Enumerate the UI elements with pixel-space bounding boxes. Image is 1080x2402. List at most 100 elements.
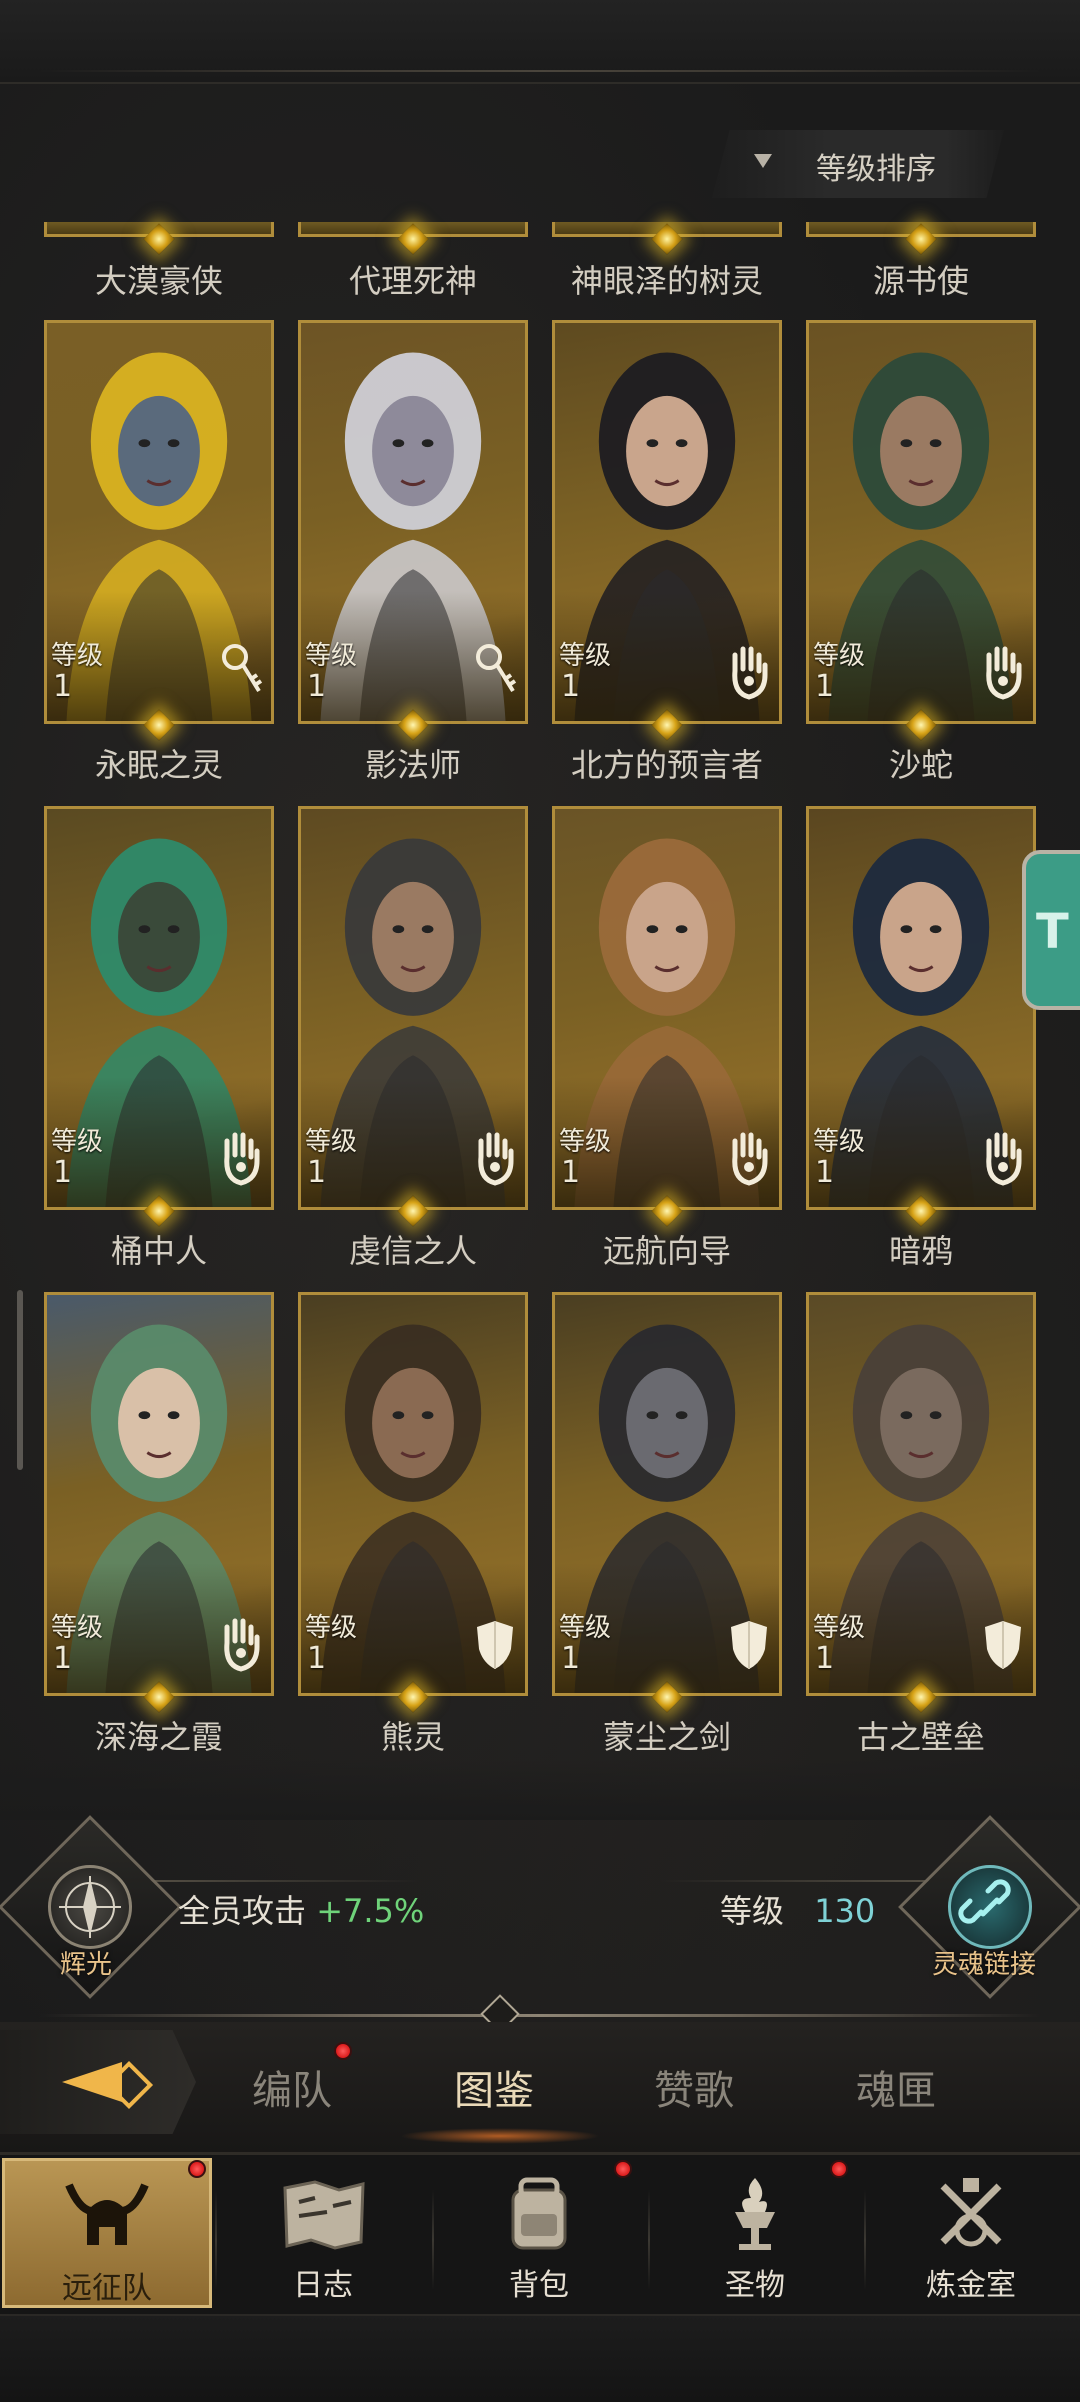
character-name: 桶中人 (110, 1232, 207, 1270)
horned-helmet-icon (59, 2175, 155, 2263)
character-name: 虔信之人 (348, 1232, 477, 1270)
backpack-icon (491, 2172, 587, 2260)
nav-relics-label: 圣物 (725, 2268, 785, 2303)
character-card[interactable]: 等级 1 (298, 1292, 528, 1696)
card-level-value: 1 (53, 1155, 73, 1190)
shield-icon (727, 1613, 771, 1673)
character-name: 北方的预言者 (570, 746, 763, 784)
nav-backpack[interactable]: 背包 (434, 2158, 644, 2308)
nav-separator (215, 2190, 217, 2290)
card-level-label: 等级 (305, 641, 358, 671)
character-grid: 大漠豪侠 代理死神 神眼泽的树灵 源书使 等级 1 永眠之灵 等级 1 影法师 等级 1 北方的预言者等… (0, 0, 1080, 1800)
character-name: 暗鸦 (888, 1232, 953, 1270)
level-value: 130 (814, 1892, 876, 1930)
character-name: 永眠之灵 (94, 746, 223, 784)
card-level-label: 等级 (51, 641, 104, 671)
character-name: 熊灵 (380, 1718, 445, 1756)
palm-icon (473, 1127, 517, 1187)
map-scroll-icon (275, 2172, 371, 2260)
character-name: 远航向导 (602, 1232, 731, 1270)
team-attack-stat: 全员攻击 +7.5% (178, 1886, 424, 1932)
formation-notification-dot (334, 2042, 352, 2060)
card-level-label: 等级 (559, 1127, 612, 1157)
brazier-icon (707, 2172, 803, 2260)
section-divider (40, 2014, 1040, 2017)
character-name: 神眼泽的树灵 (570, 262, 763, 300)
character-card[interactable]: 等级 1 (44, 320, 274, 724)
card-level-label: 等级 (813, 1613, 866, 1643)
nav-journal[interactable]: 日志 (218, 2158, 428, 2308)
shield-icon (981, 1613, 1025, 1673)
nav-backpack-label: 背包 (509, 2268, 569, 2303)
character-name: 古之壁垒 (856, 1718, 985, 1756)
character-card[interactable]: 等级 1 (552, 806, 782, 1210)
palm-icon (981, 1127, 1025, 1187)
tab-codex[interactable]: 图鉴 (454, 2058, 534, 2116)
compass-icon (48, 1865, 132, 1949)
character-card[interactable]: 等级 1 (552, 1292, 782, 1696)
soul-link-label: 灵魂链接 (932, 1950, 1037, 1980)
card-level-label: 等级 (305, 1127, 358, 1157)
character-name: 代理死神 (348, 262, 477, 300)
floating-tab-text: T (1036, 904, 1069, 960)
card-level-label: 等级 (813, 641, 866, 671)
nav-alchemy-label: 炼金室 (926, 2268, 1016, 2303)
shield-icon (473, 1613, 517, 1673)
character-card[interactable]: 等级 1 (44, 1292, 274, 1696)
relics-notification-dot (830, 2160, 848, 2178)
card-level-value: 1 (561, 669, 581, 704)
alchemy-tools-icon (923, 2172, 1019, 2260)
nav-expedition-label: 远征队 (62, 2271, 152, 2306)
card-level-value: 1 (815, 669, 835, 704)
character-card[interactable]: 等级 1 (44, 806, 274, 1210)
card-level-value: 1 (561, 1641, 581, 1676)
palm-icon (727, 1127, 771, 1187)
chain-link-icon (948, 1865, 1032, 1949)
card-level-value: 1 (307, 669, 327, 704)
system-bottom-strip (0, 2314, 1080, 2402)
card-level-label: 等级 (559, 1613, 612, 1643)
nav-alchemy[interactable]: 炼金室 (866, 2158, 1076, 2308)
character-card[interactable]: 等级 1 (298, 320, 528, 724)
key-icon (473, 641, 517, 701)
key-icon (219, 641, 263, 701)
palm-icon (727, 641, 771, 701)
glow-label: 辉光 (60, 1950, 113, 1980)
level-label: 等级 (720, 1892, 785, 1930)
nav-expedition[interactable]: 远征队 (2, 2158, 212, 2308)
nav-relics[interactable]: 圣物 (650, 2158, 860, 2308)
card-level-label: 等级 (51, 1613, 104, 1643)
character-name: 大漠豪侠 (94, 262, 223, 300)
tab-formation[interactable]: 编队 (252, 2058, 332, 2116)
card-level-value: 1 (561, 1155, 581, 1190)
tab-soul-box[interactable]: 魂匣 (856, 2058, 936, 2116)
tab-hymns[interactable]: 赞歌 (654, 2058, 734, 2116)
character-card[interactable]: 等级 1 (806, 1292, 1036, 1696)
scroll-indicator[interactable] (17, 1290, 23, 1470)
character-card[interactable]: 等级 1 (806, 320, 1036, 724)
attack-value: +7.5% (316, 1892, 425, 1930)
card-level-value: 1 (53, 1641, 73, 1676)
character-name: 影法师 (364, 746, 461, 784)
card-level-value: 1 (815, 1641, 835, 1676)
stats-divider-right (660, 1880, 960, 1882)
nav-journal-label: 日志 (293, 2268, 353, 2303)
backpack-notification-dot (614, 2160, 632, 2178)
character-card[interactable]: 等级 1 (806, 806, 1036, 1210)
character-card[interactable]: 等级 1 (552, 320, 782, 724)
card-level-label: 等级 (559, 641, 612, 671)
expedition-notification-dot (188, 2160, 206, 2178)
card-level-label: 等级 (51, 1127, 104, 1157)
character-name: 源书使 (872, 262, 969, 300)
grid-fade (0, 1760, 1080, 1820)
active-tab-glow (400, 2128, 600, 2144)
stats-divider-left (120, 1880, 420, 1882)
palm-icon (219, 1613, 263, 1673)
card-level-value: 1 (307, 1155, 327, 1190)
card-level-value: 1 (815, 1155, 835, 1190)
card-level-label: 等级 (305, 1613, 358, 1643)
character-card[interactable]: 等级 1 (298, 806, 528, 1210)
floating-side-tab[interactable]: T (1022, 850, 1080, 1010)
attack-label: 全员攻击 (178, 1892, 307, 1930)
character-name: 深海之霞 (94, 1718, 223, 1756)
